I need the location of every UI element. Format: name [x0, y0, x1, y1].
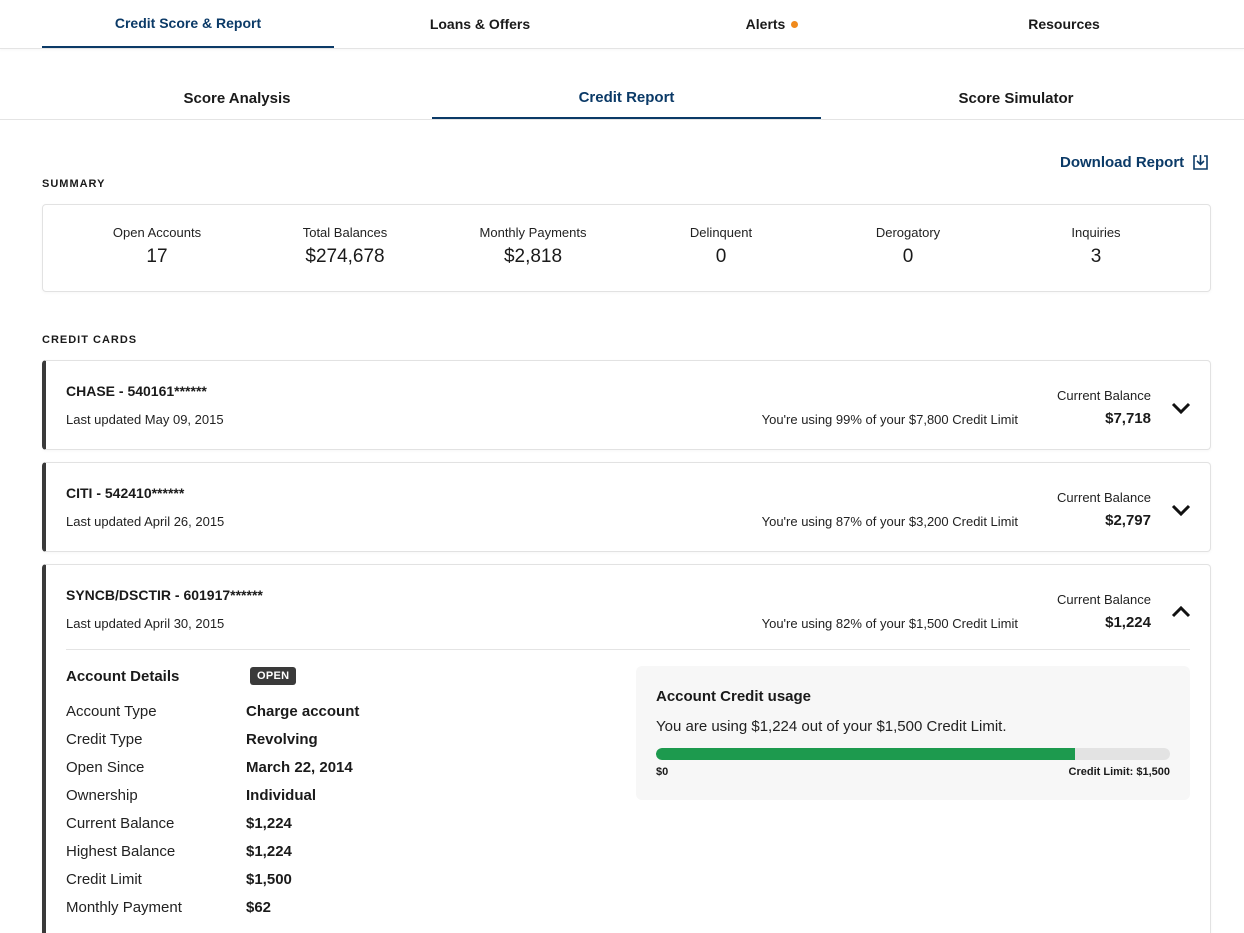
credit-card-citi[interactable]: CITI - 542410****** Last updated April 2…	[42, 462, 1211, 552]
stat-label: Inquiries	[1071, 225, 1121, 240]
card-usage-text: You're using 99% of your $7,800 Credit L…	[761, 412, 1018, 427]
detail-label: Account Type	[66, 703, 157, 720]
chevron-up-icon[interactable]	[1170, 601, 1192, 623]
stat-label: Total Balances	[302, 225, 388, 240]
detail-label: Open Since	[66, 759, 145, 776]
tab-loans-offers[interactable]: Loans & Offers	[334, 0, 626, 48]
stat-value: 0	[902, 246, 914, 267]
stat-delinquent: Delinquent 0	[627, 225, 815, 268]
progress-min-label: $0	[656, 766, 669, 778]
detail-label: Highest Balance	[66, 843, 176, 860]
detail-value: $62	[246, 899, 272, 916]
detail-value: Individual	[246, 787, 317, 804]
summary-heading: SUMMARY	[42, 178, 106, 190]
detail-label: Credit Type	[66, 731, 143, 748]
stat-inquiries: Inquiries 3	[1002, 225, 1190, 268]
tab-score-analysis[interactable]: Score Analysis	[42, 78, 432, 119]
credit-usage-progress-fill	[656, 748, 1076, 760]
current-balance-label: Current Balance	[1057, 490, 1151, 505]
tab-resources[interactable]: Resources	[918, 0, 1210, 48]
stat-label: Delinquent	[689, 225, 753, 240]
account-details-title: Account Details	[66, 668, 180, 685]
tab-label: Score Analysis	[183, 90, 291, 107]
card-usage-text: You're using 87% of your $3,200 Credit L…	[761, 514, 1018, 529]
card-last-updated: Last updated April 26, 2015	[66, 514, 225, 529]
tab-label: Resources	[1028, 16, 1100, 32]
card-name: SYNCB/DSCTIR - 601917******	[66, 587, 263, 603]
summary-panel: Open Accounts 17 Total Balances $274,678…	[42, 204, 1211, 292]
card-divider	[66, 649, 1190, 650]
stat-value: $2,818	[503, 246, 563, 267]
credit-card-chase[interactable]: CHASE - 540161****** Last updated May 09…	[42, 360, 1211, 450]
stat-total-balances: Total Balances $274,678	[251, 225, 439, 268]
current-balance-value: $2,797	[1105, 512, 1151, 529]
status-badge: OPEN	[250, 667, 297, 685]
chevron-down-icon[interactable]	[1170, 499, 1192, 521]
credit-usage-panel: Account Credit usage You are using $1,22…	[636, 666, 1190, 800]
tab-credit-score-report[interactable]: Credit Score & Report	[42, 0, 334, 48]
tab-label: Credit Report	[578, 89, 675, 106]
current-balance-value: $1,224	[1105, 614, 1151, 631]
credit-card-syncb[interactable]: SYNCB/DSCTIR - 601917****** Last updated…	[42, 564, 1211, 933]
card-last-updated: Last updated April 30, 2015	[66, 616, 225, 631]
current-balance-label: Current Balance	[1057, 592, 1151, 607]
card-name: CITI - 542410******	[66, 485, 185, 501]
detail-label: Current Balance	[66, 815, 175, 832]
tab-label: Credit Score & Report	[114, 15, 262, 31]
detail-value: $1,500	[246, 871, 292, 888]
credit-usage-progress-bar	[656, 748, 1170, 760]
download-report-button[interactable]: Download Report	[1060, 154, 1209, 171]
stat-value: 3	[1090, 246, 1102, 267]
stat-value: 0	[715, 246, 727, 267]
stat-label: Open Accounts	[112, 225, 202, 240]
top-nav: Credit Score & Report Loans & Offers Ale…	[0, 0, 1244, 49]
stat-value: 17	[146, 246, 168, 267]
card-last-updated: Last updated May 09, 2015	[66, 412, 224, 427]
tab-credit-report[interactable]: Credit Report	[432, 78, 821, 119]
credit-usage-description: You are using $1,224 out of your $1,500 …	[656, 718, 1007, 735]
detail-value: $1,224	[246, 843, 292, 860]
detail-value: March 22, 2014	[246, 759, 353, 776]
stat-open-accounts: Open Accounts 17	[63, 225, 251, 268]
current-balance-value: $7,718	[1105, 410, 1151, 427]
tab-score-simulator[interactable]: Score Simulator	[821, 78, 1211, 119]
progress-max-label: Credit Limit: $1,500	[1068, 766, 1170, 778]
tab-label: Score Simulator	[958, 90, 1074, 107]
detail-value: Revolving	[246, 731, 318, 748]
detail-label: Credit Limit	[66, 871, 142, 888]
detail-label: Monthly Payment	[66, 899, 182, 916]
alert-dot-icon	[791, 20, 799, 28]
chevron-down-icon[interactable]	[1170, 397, 1192, 419]
tab-alerts[interactable]: Alerts	[626, 0, 918, 48]
card-usage-text: You're using 82% of your $1,500 Credit L…	[761, 616, 1018, 631]
credit-usage-title: Account Credit usage	[656, 688, 812, 705]
stat-value: $274,678	[305, 246, 385, 267]
tab-label: Alerts	[745, 16, 786, 32]
card-name: CHASE - 540161******	[66, 383, 207, 399]
detail-value: $1,224	[246, 815, 292, 832]
detail-value: Charge account	[246, 703, 360, 720]
current-balance-label: Current Balance	[1057, 388, 1151, 403]
sub-nav: Score Analysis Credit Report Score Simul…	[0, 78, 1244, 120]
tab-label: Loans & Offers	[429, 16, 531, 32]
stat-label: Monthly Payments	[479, 225, 587, 240]
download-report-label: Download Report	[1060, 154, 1185, 171]
stat-label: Derogatory	[875, 225, 941, 240]
credit-cards-heading: CREDIT CARDS	[42, 334, 138, 346]
download-icon	[1193, 155, 1208, 170]
stat-derogatory: Derogatory 0	[814, 225, 1002, 268]
detail-label: Ownership	[66, 787, 138, 804]
stat-monthly-payments: Monthly Payments $2,818	[439, 225, 627, 268]
